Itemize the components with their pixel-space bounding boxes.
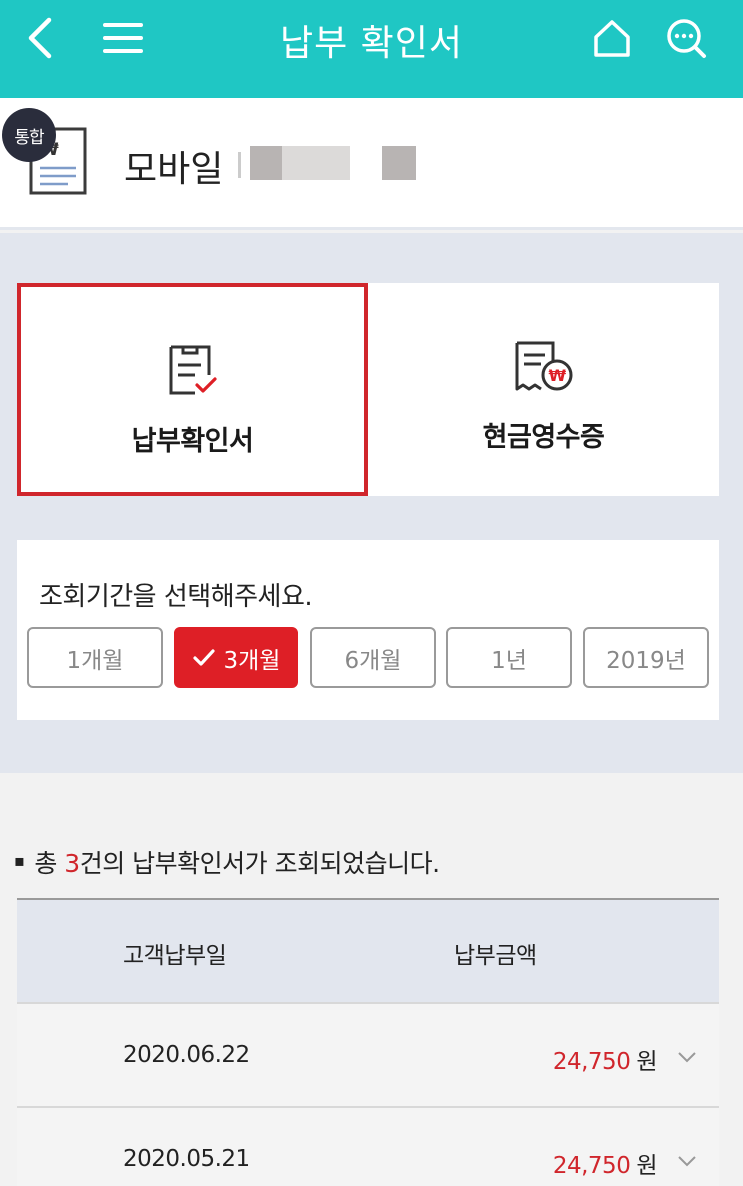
period-3-months-label: 3개월 [223, 647, 281, 674]
masked-number [382, 146, 416, 180]
period-1-year-button[interactable]: 1년 [446, 627, 572, 688]
chevron-down-icon[interactable] [677, 1152, 697, 1171]
payment-amount: 24,750 원 [552, 1042, 658, 1076]
column-header-date: 고객납부일 [123, 943, 227, 969]
result-summary: ▪ 총 3건의 납부확인서가 조회되었습니다. [14, 844, 440, 880]
period-selector: 조회기간을 선택해주세요. 1개월 3개월 6개월 1년 2019년 [17, 540, 719, 720]
integrated-badge: 통합 [2, 108, 56, 162]
amount-unit: 원 [636, 1049, 657, 1075]
bullet: ▪ [14, 851, 25, 870]
amount-value: 24,750 [552, 1049, 631, 1075]
summary-suffix: 건의 납부확인서가 조회되었습니다. [79, 849, 440, 878]
document-type-tabs: 납부확인서 ₩ 현금영수증 [17, 283, 719, 496]
payment-table: 고객납부일 납부금액 2020.06.22 24,750 원 2020.05.21… [17, 898, 719, 1186]
tab-label: 납부확인서 [131, 426, 254, 457]
period-1-month-button[interactable]: 1개월 [27, 627, 163, 688]
account-header [0, 98, 743, 230]
period-2019-button[interactable]: 2019년 [583, 627, 709, 688]
chat-search-icon[interactable] [660, 12, 712, 64]
chevron-down-icon[interactable] [677, 1048, 697, 1067]
table-row[interactable]: 2020.06.22 24,750 원 [17, 1002, 719, 1106]
table-row[interactable]: 2020.05.21 24,750 원 [17, 1106, 719, 1186]
service-name: 모바일 [124, 149, 224, 190]
amount-unit: 원 [636, 1153, 657, 1179]
svg-text:₩: ₩ [548, 366, 566, 385]
checkmark-icon [192, 648, 215, 666]
payment-date: 2020.06.22 [123, 1042, 250, 1068]
table-header: 고객납부일 납부금액 [17, 898, 719, 1002]
tab-payment-confirmation[interactable]: 납부확인서 [17, 283, 368, 496]
divider [238, 152, 241, 178]
tab-cash-receipt[interactable]: ₩ 현금영수증 [368, 283, 719, 496]
tab-label: 현금영수증 [482, 422, 605, 453]
period-3-months-button[interactable]: 3개월 [174, 627, 298, 688]
result-count: 3 [64, 849, 80, 878]
masked-number [282, 146, 350, 180]
document-check-icon [167, 343, 219, 399]
period-6-months-button[interactable]: 6개월 [310, 627, 436, 688]
receipt-won-icon: ₩ [513, 339, 575, 395]
top-app-bar: 납부 확인서 [0, 0, 743, 98]
column-header-amount: 납부금액 [454, 943, 537, 969]
period-prompt: 조회기간을 선택해주세요. [39, 582, 313, 612]
payment-date: 2020.05.21 [123, 1146, 250, 1172]
home-icon[interactable] [586, 12, 638, 64]
summary-prefix: 총 [34, 849, 65, 878]
amount-value: 24,750 [552, 1153, 631, 1179]
payment-amount: 24,750 원 [552, 1146, 658, 1180]
masked-number [250, 146, 282, 180]
